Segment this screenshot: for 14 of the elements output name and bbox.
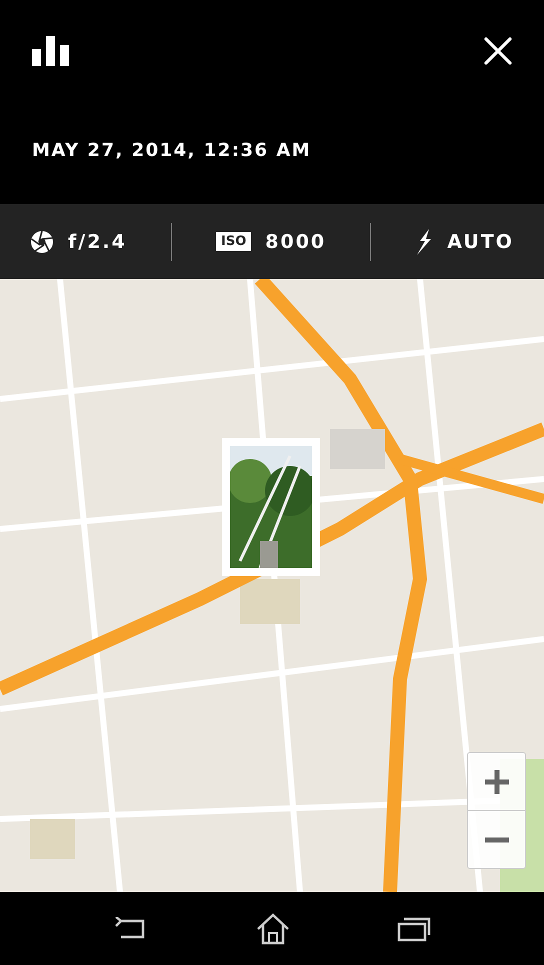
lightning-icon [415, 228, 434, 254]
plus-icon [484, 768, 510, 794]
minus-icon [484, 836, 510, 842]
home-icon[interactable] [256, 912, 290, 944]
photo-thumbnail[interactable] [222, 438, 320, 576]
recent-apps-icon[interactable] [396, 916, 431, 942]
exif-value: 8000 [265, 230, 326, 252]
aperture-icon [30, 230, 54, 254]
exif-value: AUTO [447, 230, 514, 252]
close-icon[interactable] [484, 37, 512, 65]
photo-date: MAY 27, 2014, 12:36 AM [32, 140, 312, 161]
iso-badge: ISO [216, 232, 252, 251]
exif-value: f/2.4 [68, 230, 127, 252]
bar-chart-icon[interactable] [32, 36, 70, 66]
